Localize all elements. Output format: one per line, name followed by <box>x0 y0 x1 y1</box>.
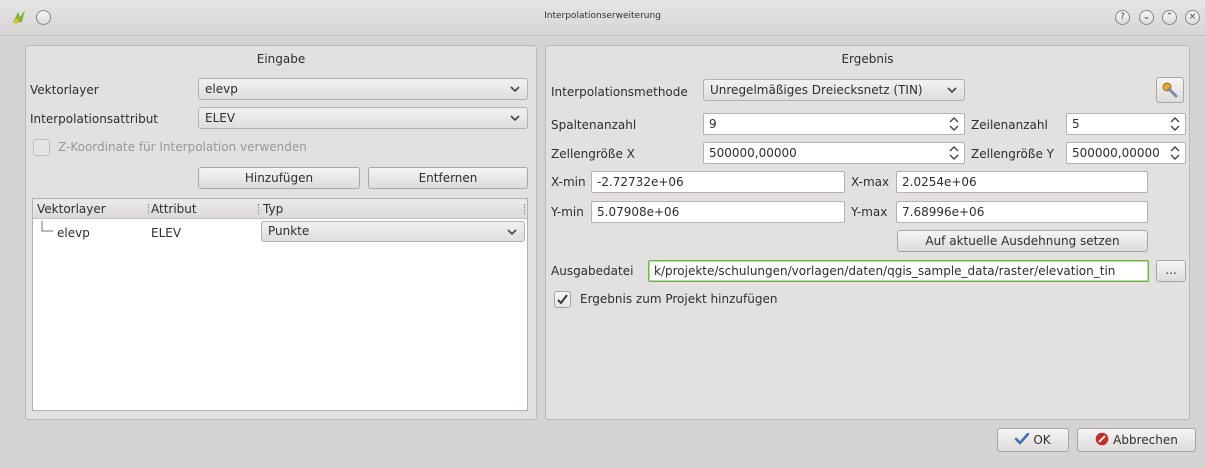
column-header-attribute[interactable]: Attribut <box>151 202 197 216</box>
vector-layer-value: elevp <box>205 82 238 96</box>
cellsize-x-spinbox[interactable]: 500000,00000 <box>703 142 965 164</box>
table-row[interactable]: elevp ELEV Punkte <box>33 221 527 243</box>
interp-method-value: Unregelmäßiges Dreiecksnetz (TIN) <box>710 83 923 97</box>
column-header-type[interactable]: Typ <box>263 202 283 216</box>
spin-arrows-icon <box>1170 117 1180 131</box>
xmax-input[interactable]: 2.0254e+06 <box>896 171 1148 193</box>
row-type-value: Punkte <box>268 224 310 238</box>
z-coordinate-checkbox[interactable] <box>33 139 50 156</box>
window-title: Interpolationserweiterung <box>544 11 661 21</box>
cellsize-x-label: Zellengröße X <box>551 147 635 161</box>
close-button[interactable]: × <box>1185 10 1200 25</box>
column-separator <box>524 204 525 214</box>
row-attribute: ELEV <box>151 226 182 240</box>
xmin-input[interactable]: -2.72732e+06 <box>591 171 845 193</box>
ok-button[interactable]: OK <box>997 428 1069 452</box>
xmin-label: X-min <box>551 175 586 189</box>
cancel-icon <box>1095 432 1109 446</box>
z-coordinate-label: Z-Koordinate für Interpolation verwenden <box>58 140 307 154</box>
spin-arrows-icon <box>1170 146 1180 160</box>
cellsize-y-value: 500000,00000 <box>1072 146 1160 160</box>
spin-arrows-icon <box>949 146 959 160</box>
tree-branch-icon <box>41 221 53 232</box>
input-group-title: Eingabe <box>256 52 306 66</box>
chevron-down-icon <box>510 86 520 93</box>
ymax-label: Y-max <box>851 205 888 219</box>
add-button[interactable]: Hinzufügen <box>198 167 360 189</box>
cancel-label: Abbrechen <box>1113 433 1178 447</box>
interp-attribute-value: ELEV <box>205 111 236 125</box>
maximize-button[interactable]: ⌃ <box>1162 10 1177 25</box>
column-header-layer[interactable]: Vektorlayer <box>37 202 106 216</box>
interp-method-combo[interactable]: Unregelmäßiges Dreiecksnetz (TIN) <box>703 79 965 101</box>
row-layer-name: elevp <box>57 226 90 240</box>
vector-layer-label: Vektorlayer <box>30 83 99 97</box>
help-button[interactable]: ? <box>1115 10 1130 25</box>
ok-label: OK <box>1033 433 1051 447</box>
table-header: Vektorlayer Attribut Typ <box>33 199 527 219</box>
columns-value: 9 <box>709 117 717 131</box>
rows-spinbox[interactable]: 5 <box>1066 113 1186 135</box>
output-group-title: Ergebnis <box>841 52 894 66</box>
columns-spinbox[interactable]: 9 <box>703 113 965 135</box>
layer-table[interactable]: Vektorlayer Attribut Typ elevp ELEV Punk… <box>32 198 528 411</box>
ok-check-icon <box>1015 432 1030 445</box>
set-extent-button[interactable]: Auf aktuelle Ausdehnung setzen <box>897 230 1148 252</box>
spin-arrows-icon <box>949 117 959 131</box>
chevron-down-icon <box>947 87 957 94</box>
browse-button[interactable]: ... <box>1156 260 1186 282</box>
cellsize-y-spinbox[interactable]: 500000,00000 <box>1066 142 1186 164</box>
minimize-button[interactable]: ⌄ <box>1139 10 1154 25</box>
remove-button[interactable]: Entfernen <box>368 167 528 189</box>
titlebar: Interpolationserweiterung ? ⌄ ⌃ × <box>0 0 1205 36</box>
checkmark-icon <box>557 294 568 305</box>
output-file-label: Ausgabedatei <box>551 264 634 278</box>
method-settings-button[interactable] <box>1156 77 1184 103</box>
columns-label: Spaltenanzahl <box>551 118 637 132</box>
row-type-combo[interactable]: Punkte <box>261 221 525 242</box>
interp-attribute-combo[interactable]: ELEV <box>198 107 528 129</box>
cellsize-y-label: Zellengröße Y <box>971 147 1054 161</box>
output-file-input[interactable]: k/projekte/schulungen/vorlagen/daten/qgi… <box>648 260 1149 282</box>
cellsize-x-value: 500000,00000 <box>709 146 797 160</box>
ymax-input[interactable]: 7.68996e+06 <box>896 201 1148 223</box>
xmax-label: X-max <box>851 175 890 189</box>
vector-layer-combo[interactable]: elevp <box>198 78 528 100</box>
wrench-icon <box>1162 82 1178 98</box>
chevron-down-icon <box>507 229 517 236</box>
add-to-project-label: Ergebnis zum Projekt hinzufügen <box>580 292 778 306</box>
rows-value: 5 <box>1072 117 1080 131</box>
ymin-input[interactable]: 5.07908e+06 <box>591 201 845 223</box>
column-separator <box>148 204 149 214</box>
ymin-label: Y-min <box>551 205 584 219</box>
add-to-project-checkbox[interactable] <box>554 291 571 308</box>
chevron-down-icon <box>510 115 520 122</box>
cancel-button[interactable]: Abbrechen <box>1077 428 1196 452</box>
interp-attribute-label: Interpolationsattribut <box>30 112 159 126</box>
interpolation-dialog: Interpolationserweiterung ? ⌄ ⌃ × Eingab… <box>0 0 1205 468</box>
column-separator <box>258 204 259 214</box>
rows-label: Zeilenanzahl <box>971 118 1048 132</box>
interp-method-label: Interpolationsmethode <box>551 85 688 99</box>
